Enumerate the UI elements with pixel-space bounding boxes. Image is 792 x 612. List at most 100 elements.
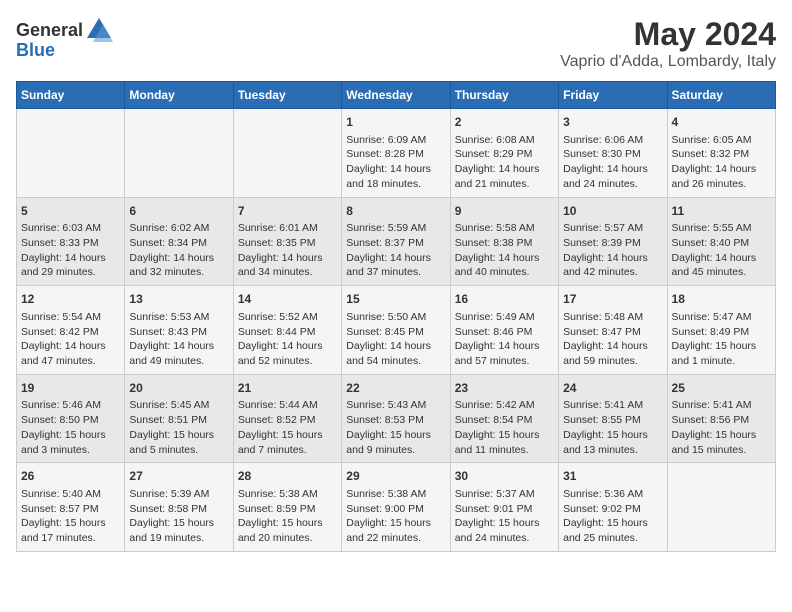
day-number: 17 <box>563 291 662 308</box>
day-number: 18 <box>672 291 771 308</box>
calendar-cell: 16 Sunrise: 5:49 AM Sunset: 8:46 PM Dayli… <box>450 286 558 375</box>
day-number: 12 <box>21 291 120 308</box>
day-number: 6 <box>129 203 228 220</box>
day-number: 30 <box>455 468 554 485</box>
day-info: Sunrise: 5:48 AM Sunset: 8:47 PM Dayligh… <box>563 310 662 369</box>
day-number: 20 <box>129 380 228 397</box>
calendar-cell: 30 Sunrise: 5:37 AM Sunset: 9:01 PM Dayli… <box>450 463 558 552</box>
calendar-cell: 15 Sunrise: 5:50 AM Sunset: 8:45 PM Dayli… <box>342 286 450 375</box>
logo-text-blue: Blue <box>16 40 55 61</box>
day-number: 9 <box>455 203 554 220</box>
calendar-cell: 18Sunrise: 5:47 AM Sunset: 8:49 PM Dayli… <box>667 286 775 375</box>
calendar-cell: 28 Sunrise: 5:38 AM Sunset: 8:59 PM Dayli… <box>233 463 341 552</box>
day-number: 11 <box>672 203 771 220</box>
header-day-friday: Friday <box>559 82 667 109</box>
day-info: Sunrise: 5:38 AM Sunset: 8:59 PM Dayligh… <box>238 487 337 546</box>
day-number: 28 <box>238 468 337 485</box>
calendar-cell <box>17 109 125 198</box>
header-day-monday: Monday <box>125 82 233 109</box>
header-day-wednesday: Wednesday <box>342 82 450 109</box>
day-number: 19 <box>21 380 120 397</box>
day-info: Sunrise: 5:49 AM Sunset: 8:46 PM Dayligh… <box>455 310 554 369</box>
calendar-cell: 12 Sunrise: 5:54 AM Sunset: 8:42 PM Dayli… <box>17 286 125 375</box>
main-title: May 2024 <box>560 16 776 53</box>
header-day-sunday: Sunday <box>17 82 125 109</box>
day-info: Sunrise: 5:45 AM Sunset: 8:51 PM Dayligh… <box>129 398 228 457</box>
day-info: Sunrise: 5:59 AM Sunset: 8:37 PM Dayligh… <box>346 221 445 280</box>
day-info: Sunrise: 6:06 AM Sunset: 8:30 PM Dayligh… <box>563 133 662 192</box>
day-number: 8 <box>346 203 445 220</box>
day-number: 15 <box>346 291 445 308</box>
day-info: Sunrise: 6:09 AM Sunset: 8:28 PM Dayligh… <box>346 133 445 192</box>
day-info: Sunrise: 5:53 AM Sunset: 8:43 PM Dayligh… <box>129 310 228 369</box>
day-info: Sunrise: 5:52 AM Sunset: 8:44 PM Dayligh… <box>238 310 337 369</box>
day-number: 13 <box>129 291 228 308</box>
calendar-cell: 2Sunrise: 6:08 AM Sunset: 8:29 PM Daylig… <box>450 109 558 198</box>
day-info: Sunrise: 5:36 AM Sunset: 9:02 PM Dayligh… <box>563 487 662 546</box>
calendar-cell <box>125 109 233 198</box>
calendar-cell: 25Sunrise: 5:41 AM Sunset: 8:56 PM Dayli… <box>667 374 775 463</box>
week-row-2: 5Sunrise: 6:03 AM Sunset: 8:33 PM Daylig… <box>17 197 776 286</box>
day-number: 10 <box>563 203 662 220</box>
calendar-cell <box>667 463 775 552</box>
day-number: 2 <box>455 114 554 131</box>
calendar-cell: 24Sunrise: 5:41 AM Sunset: 8:55 PM Dayli… <box>559 374 667 463</box>
calendar-cell: 23Sunrise: 5:42 AM Sunset: 8:54 PM Dayli… <box>450 374 558 463</box>
page-header: General Blue May 2024 Vaprio d'Adda, Lom… <box>16 16 776 71</box>
header-row: SundayMondayTuesdayWednesdayThursdayFrid… <box>17 82 776 109</box>
calendar-cell: 9Sunrise: 5:58 AM Sunset: 8:38 PM Daylig… <box>450 197 558 286</box>
day-info: Sunrise: 5:43 AM Sunset: 8:53 PM Dayligh… <box>346 398 445 457</box>
calendar-cell: 6Sunrise: 6:02 AM Sunset: 8:34 PM Daylig… <box>125 197 233 286</box>
logo-icon <box>85 16 113 44</box>
day-number: 7 <box>238 203 337 220</box>
calendar-cell: 8Sunrise: 5:59 AM Sunset: 8:37 PM Daylig… <box>342 197 450 286</box>
day-info: Sunrise: 5:41 AM Sunset: 8:55 PM Dayligh… <box>563 398 662 457</box>
day-number: 3 <box>563 114 662 131</box>
day-info: Sunrise: 6:01 AM Sunset: 8:35 PM Dayligh… <box>238 221 337 280</box>
week-row-1: 1 Sunrise: 6:09 AM Sunset: 8:28 PM Daylig… <box>17 109 776 198</box>
day-number: 26 <box>21 468 120 485</box>
day-info: Sunrise: 5:46 AM Sunset: 8:50 PM Dayligh… <box>21 398 120 457</box>
calendar-cell <box>233 109 341 198</box>
day-info: Sunrise: 5:44 AM Sunset: 8:52 PM Dayligh… <box>238 398 337 457</box>
calendar-cell: 20Sunrise: 5:45 AM Sunset: 8:51 PM Dayli… <box>125 374 233 463</box>
day-number: 31 <box>563 468 662 485</box>
calendar-cell: 3 Sunrise: 6:06 AM Sunset: 8:30 PM Daylig… <box>559 109 667 198</box>
day-info: Sunrise: 6:05 AM Sunset: 8:32 PM Dayligh… <box>672 133 771 192</box>
week-row-3: 12 Sunrise: 5:54 AM Sunset: 8:42 PM Dayli… <box>17 286 776 375</box>
calendar-table: SundayMondayTuesdayWednesdayThursdayFrid… <box>16 81 776 552</box>
day-number: 14 <box>238 291 337 308</box>
title-area: May 2024 Vaprio d'Adda, Lombardy, Italy <box>560 16 776 71</box>
calendar-cell: 11Sunrise: 5:55 AM Sunset: 8:40 PM Dayli… <box>667 197 775 286</box>
day-info: Sunrise: 5:37 AM Sunset: 9:01 PM Dayligh… <box>455 487 554 546</box>
week-row-5: 26Sunrise: 5:40 AM Sunset: 8:57 PM Dayli… <box>17 463 776 552</box>
header-day-tuesday: Tuesday <box>233 82 341 109</box>
calendar-cell: 22Sunrise: 5:43 AM Sunset: 8:53 PM Dayli… <box>342 374 450 463</box>
day-info: Sunrise: 5:50 AM Sunset: 8:45 PM Dayligh… <box>346 310 445 369</box>
day-number: 1 <box>346 114 445 131</box>
day-number: 16 <box>455 291 554 308</box>
day-info: Sunrise: 5:57 AM Sunset: 8:39 PM Dayligh… <box>563 221 662 280</box>
calendar-cell: 21Sunrise: 5:44 AM Sunset: 8:52 PM Dayli… <box>233 374 341 463</box>
day-info: Sunrise: 5:54 AM Sunset: 8:42 PM Dayligh… <box>21 310 120 369</box>
day-number: 29 <box>346 468 445 485</box>
calendar-cell: 10Sunrise: 5:57 AM Sunset: 8:39 PM Dayli… <box>559 197 667 286</box>
day-number: 4 <box>672 114 771 131</box>
week-row-4: 19Sunrise: 5:46 AM Sunset: 8:50 PM Dayli… <box>17 374 776 463</box>
subtitle: Vaprio d'Adda, Lombardy, Italy <box>560 53 776 71</box>
calendar-cell: 27Sunrise: 5:39 AM Sunset: 8:58 PM Dayli… <box>125 463 233 552</box>
calendar-cell: 5Sunrise: 6:03 AM Sunset: 8:33 PM Daylig… <box>17 197 125 286</box>
day-number: 21 <box>238 380 337 397</box>
day-info: Sunrise: 6:03 AM Sunset: 8:33 PM Dayligh… <box>21 221 120 280</box>
calendar-cell: 17 Sunrise: 5:48 AM Sunset: 8:47 PM Dayli… <box>559 286 667 375</box>
logo: General Blue <box>16 16 113 61</box>
logo-text-general: General <box>16 20 83 41</box>
calendar-cell: 14 Sunrise: 5:52 AM Sunset: 8:44 PM Dayli… <box>233 286 341 375</box>
header-day-thursday: Thursday <box>450 82 558 109</box>
calendar-cell: 7Sunrise: 6:01 AM Sunset: 8:35 PM Daylig… <box>233 197 341 286</box>
day-number: 24 <box>563 380 662 397</box>
calendar-cell: 4 Sunrise: 6:05 AM Sunset: 8:32 PM Daylig… <box>667 109 775 198</box>
day-info: Sunrise: 5:41 AM Sunset: 8:56 PM Dayligh… <box>672 398 771 457</box>
day-number: 25 <box>672 380 771 397</box>
day-number: 23 <box>455 380 554 397</box>
